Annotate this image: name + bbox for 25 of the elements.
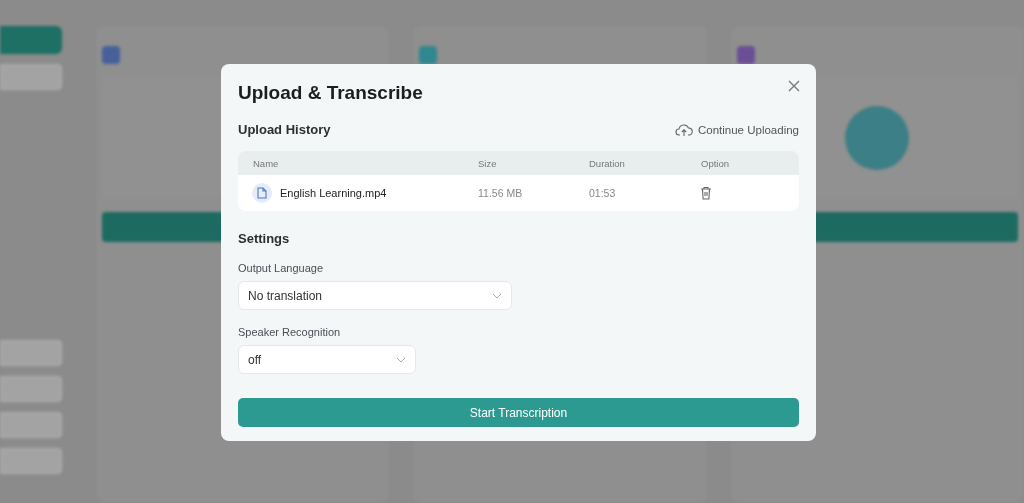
section-title: Settings <box>238 231 290 246</box>
cloud-upload-icon <box>674 122 693 137</box>
file-duration: 01:53 <box>588 187 617 199</box>
sidebar-item <box>0 64 62 90</box>
select-field[interactable]: No translation <box>238 281 512 310</box>
select-field[interactable]: off <box>238 345 416 374</box>
file-name: English Learning.mp4 <box>280 187 387 199</box>
chevron-down-icon <box>492 292 502 299</box>
field-label: Output Language <box>238 262 325 274</box>
column-header: Duration <box>588 157 626 169</box>
chevron-down-icon <box>396 356 406 363</box>
file-icon <box>252 183 272 203</box>
file-size: 11.56 MB <box>477 187 524 199</box>
sidebar-item <box>0 448 62 474</box>
column-header: Name <box>252 157 280 169</box>
dialog-title: Upload & Transcribe <box>238 82 423 104</box>
column-header: Option <box>700 157 730 169</box>
sidebar-item <box>0 376 62 402</box>
delete-icon[interactable] <box>700 186 712 200</box>
column-header: Size <box>477 157 498 169</box>
sidebar-item <box>0 340 62 366</box>
continue-uploading-button[interactable]: Continue Uploading <box>674 122 799 137</box>
field-label: Speaker Recognition <box>238 326 342 338</box>
sidebar-item <box>0 412 62 438</box>
section-title: Upload History <box>238 122 331 137</box>
